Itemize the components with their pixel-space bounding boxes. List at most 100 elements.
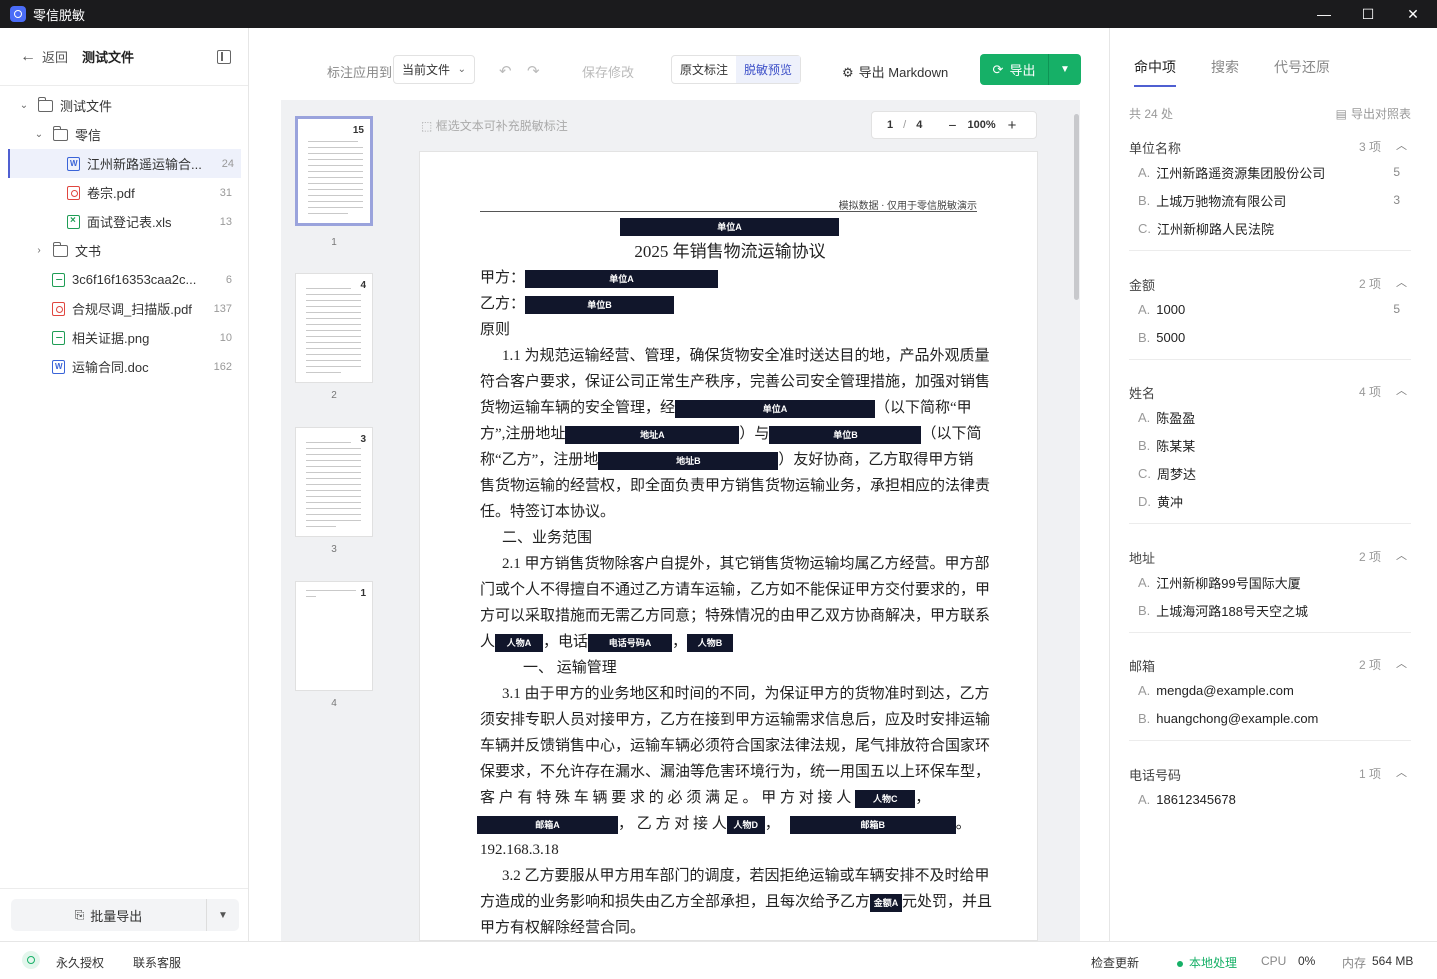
- redaction-tag[interactable]: 金额A: [870, 893, 903, 912]
- undo-icon[interactable]: ↶: [499, 62, 512, 80]
- doc-text: 符合客户要求，保证公司正常生产秩序，完善公司安全管理措施，加强对销售: [480, 374, 991, 390]
- apply-to-select[interactable]: 当前文件 ⌄: [393, 55, 475, 84]
- document-page[interactable]: 模拟数据 · 仅用于零信脱敏演示 单位A 2025 年销售物流运输协议 甲方：单…: [419, 151, 1038, 941]
- hit-item[interactable]: A. 陈盈盈: [1129, 403, 1411, 431]
- folder-icon: [53, 241, 68, 257]
- tree-item-label: 卷宗.pdf: [87, 186, 135, 201]
- hit-item[interactable]: D. 黄冲: [1129, 487, 1411, 515]
- redaction-tag[interactable]: 人物D: [726, 815, 765, 834]
- hit-item[interactable]: A. 18612345678: [1129, 785, 1411, 813]
- viewer-scrollbar[interactable]: [1072, 100, 1080, 941]
- tree-file[interactable]: 3c6f16f16353caa2c... 6: [0, 265, 248, 294]
- tree-file[interactable]: 相关证据.png 10: [0, 323, 248, 352]
- redaction-tag[interactable]: 人物B: [687, 633, 734, 652]
- group-header[interactable]: 单位名称 3 项 ︿: [1129, 138, 1411, 158]
- chevron-up-icon: ︿: [1396, 767, 1407, 779]
- page-thumbnail[interactable]: 1: [295, 581, 373, 691]
- page-thumbnail[interactable]: 15: [295, 116, 373, 226]
- maximize-button[interactable]: ☐: [1345, 0, 1391, 28]
- hit-count: 31: [219, 186, 232, 199]
- group-header[interactable]: 地址 2 项 ︿: [1129, 548, 1411, 568]
- redaction-tag[interactable]: 邮箱A: [477, 815, 618, 834]
- mode-original-button[interactable]: 原文标注: [672, 56, 736, 83]
- redaction-tag[interactable]: 地址A: [565, 425, 740, 444]
- chevron-up-icon: ︿: [1396, 140, 1407, 152]
- redaction-tag[interactable]: 电话号码A: [588, 633, 673, 652]
- export-button[interactable]: ⟳ 导出: [980, 54, 1049, 85]
- hit-item[interactable]: A. mengda@example.com: [1129, 676, 1411, 704]
- check-update-link[interactable]: 检查更新: [1091, 954, 1139, 971]
- tree-file-selected[interactable]: 江州新路遥运输合... 24: [8, 149, 241, 178]
- chevron-down-icon[interactable]: ▼: [1049, 64, 1081, 75]
- hit-item[interactable]: B. huangchong@example.com: [1129, 704, 1411, 732]
- tab-search[interactable]: 搜索: [1211, 57, 1239, 87]
- chevron-down-icon[interactable]: ⌄: [33, 129, 45, 140]
- chevron-right-icon[interactable]: ›: [33, 245, 45, 256]
- back-arrow-icon[interactable]: ←: [20, 48, 36, 66]
- page-thumbnail[interactable]: 3: [295, 427, 373, 537]
- hit-item[interactable]: B. 5000: [1129, 323, 1411, 351]
- divider: [1129, 359, 1411, 360]
- group-header[interactable]: 电话号码 1 项 ︿: [1129, 765, 1411, 785]
- tree-folder-wenshu[interactable]: › 文书: [0, 236, 248, 265]
- tree-file[interactable]: 运输合同.doc 162: [0, 352, 248, 381]
- chevron-down-icon[interactable]: ⌄: [18, 100, 30, 111]
- redaction-tag[interactable]: 单位A: [620, 218, 839, 236]
- doc-text: 方”,注册地址: [480, 426, 566, 442]
- doc-heading: 一、 运输管理: [523, 660, 617, 676]
- redaction-tag[interactable]: 单位B: [525, 295, 675, 314]
- hit-item[interactable]: C. 周梦达: [1129, 459, 1411, 487]
- group-title: 单位名称: [1129, 141, 1182, 156]
- group-header[interactable]: 金额 2 项 ︿: [1129, 275, 1411, 295]
- doc-text: ，电话: [543, 634, 589, 650]
- hit-item[interactable]: B. 上城海河路188号天空之城: [1129, 596, 1411, 624]
- hit-count: 137: [213, 302, 232, 315]
- minimize-button[interactable]: —: [1301, 0, 1347, 28]
- hit-item[interactable]: A. 江州新路遥资源集团股份公司 5: [1129, 158, 1411, 186]
- hit-item[interactable]: A. 江州新柳路99号国际大厦: [1129, 568, 1411, 596]
- group-header[interactable]: 邮箱 2 项 ︿: [1129, 656, 1411, 676]
- export-markdown-button[interactable]: ⚙ 导出 Markdown: [842, 62, 948, 81]
- export-mapping-button[interactable]: ▤ 导出对照表: [1336, 105, 1411, 122]
- redaction-tag[interactable]: 人物A: [495, 633, 544, 652]
- hit-item[interactable]: C. 江州新柳路人民法院: [1129, 214, 1411, 242]
- mode-preview-button[interactable]: 脱敏预览: [736, 56, 801, 83]
- thumbnail-strip: 15 1 4 2 3 3 1 4: [281, 100, 393, 941]
- tree-file[interactable]: 卷宗.pdf 31: [0, 178, 248, 207]
- tree-folder-lingxin[interactable]: ⌄ 零信: [0, 120, 248, 149]
- right-panel: 命中项 搜索 代号还原 共 24 处 ▤ 导出对照表 单位名称 3 项 ︿ A. 江州新…: [1109, 28, 1437, 941]
- save-button[interactable]: 保存修改: [582, 62, 634, 81]
- redaction-tag[interactable]: 单位A: [525, 269, 719, 288]
- redaction-tag[interactable]: 地址B: [598, 451, 779, 470]
- tree-file[interactable]: 合规尽调_扫描版.pdf 137: [0, 294, 248, 323]
- collapse-sidebar-icon[interactable]: [217, 50, 231, 64]
- redo-icon[interactable]: ↷: [527, 62, 540, 80]
- contact-support-link[interactable]: 联系客服: [133, 954, 181, 971]
- hit-item[interactable]: A. 1000 5: [1129, 295, 1411, 323]
- redaction-tag[interactable]: 单位A: [675, 399, 876, 418]
- scroll-thumb[interactable]: [1074, 114, 1079, 300]
- license-status[interactable]: 永久授权: [56, 954, 104, 971]
- page-thumbnail[interactable]: 4: [295, 273, 373, 383]
- chevron-down-icon[interactable]: ▼: [207, 910, 239, 921]
- local-processing-status: 本地处理: [1177, 954, 1237, 971]
- group-header[interactable]: 姓名 4 项 ︿: [1129, 383, 1411, 403]
- zoom-out-icon[interactable]: −: [948, 117, 956, 133]
- zoom-in-icon[interactable]: +: [1008, 117, 1017, 134]
- hit-item[interactable]: B. 陈某某: [1129, 431, 1411, 459]
- redaction-tag[interactable]: 邮箱B: [789, 815, 956, 834]
- back-button[interactable]: 返回: [42, 47, 68, 66]
- hit-count: 10: [219, 331, 232, 344]
- tree-folder-test-files[interactable]: ⌄ 测试文件: [0, 91, 248, 120]
- hit-item[interactable]: B. 上城万驰物流有限公司 3: [1129, 186, 1411, 214]
- tab-hits[interactable]: 命中项: [1134, 57, 1176, 87]
- current-page-input[interactable]: 1: [887, 119, 893, 131]
- close-button[interactable]: ✕: [1390, 0, 1436, 28]
- divider: [1129, 523, 1411, 524]
- tab-restore[interactable]: 代号还原: [1274, 57, 1330, 87]
- tree-file[interactable]: 面试登记表.xls 13: [0, 207, 248, 236]
- redaction-tag[interactable]: 人物C: [855, 789, 916, 808]
- batch-export-button[interactable]: ⎘ 批量导出: [11, 899, 207, 931]
- redaction-tag[interactable]: 单位B: [769, 425, 922, 444]
- export-icon: ⎘: [74, 907, 85, 922]
